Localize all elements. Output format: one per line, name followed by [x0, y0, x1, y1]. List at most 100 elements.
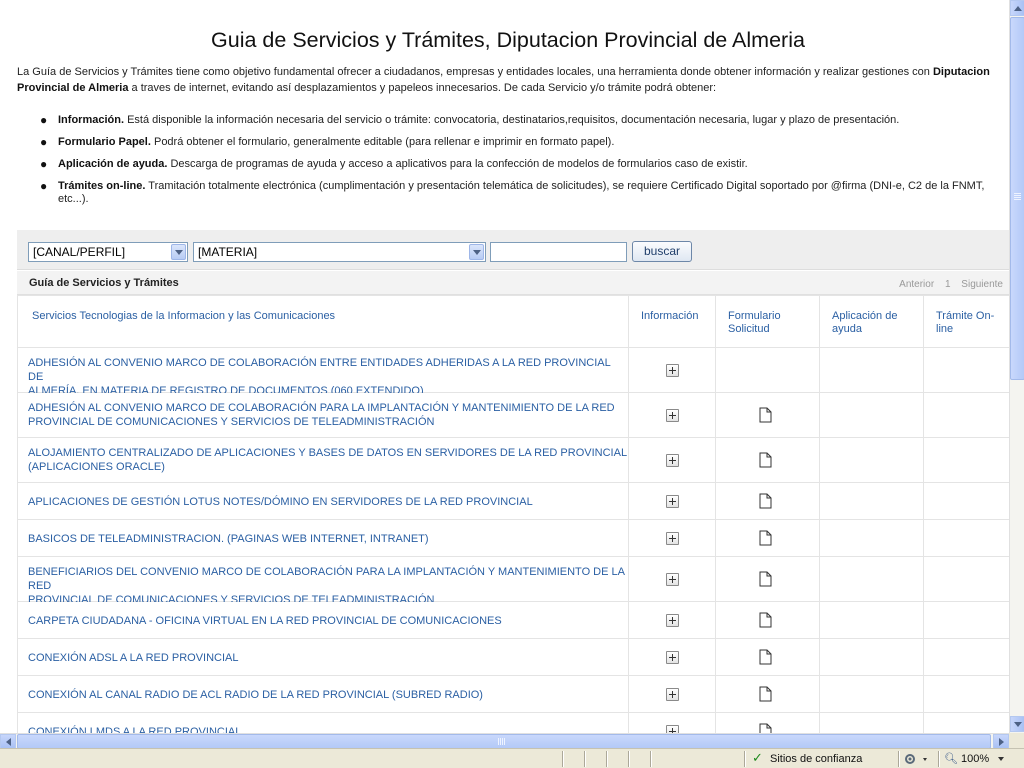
canal-select[interactable]: [CANAL/PERFIL]: [28, 242, 188, 262]
info-cell: [628, 676, 715, 712]
expand-info-icon[interactable]: [666, 573, 679, 586]
service-link-line1: CONEXIÓN LMDS A LA RED PROVINCIAL: [28, 726, 242, 733]
document-icon[interactable]: [759, 612, 772, 628]
expand-info-icon[interactable]: [666, 532, 679, 545]
document-icon[interactable]: [759, 723, 772, 733]
header-service-label[interactable]: Servicios Tecnologias de la Informacion …: [32, 310, 335, 323]
horizontal-scroll-thumb[interactable]: [17, 734, 991, 749]
expand-info-icon[interactable]: [666, 614, 679, 627]
service-cell: CONEXIÓN ADSL A LA RED PROVINCIAL: [17, 639, 628, 675]
info-cell: [628, 602, 715, 638]
chevron-down-icon[interactable]: [998, 757, 1005, 762]
protected-mode-button[interactable]: [903, 752, 933, 766]
chevron-down-icon[interactable]: [469, 244, 484, 260]
checkmark-icon: ✓: [752, 750, 763, 765]
header-online-line2: line: [936, 323, 954, 335]
service-cell: BASICOS DE TELEADMINISTRACION. (PAGINAS …: [17, 520, 628, 556]
service-cell: ADHESIÓN AL CONVENIO MARCO DE COLABORACI…: [17, 393, 628, 437]
header-help: Aplicación de ayuda: [819, 296, 923, 347]
service-link[interactable]: CARPETA CIUDADANA - OFICINA VIRTUAL EN L…: [28, 614, 502, 628]
document-icon[interactable]: [759, 530, 772, 546]
expand-info-icon[interactable]: [666, 454, 679, 467]
form-cell: [715, 676, 819, 712]
expand-info-icon[interactable]: [666, 688, 679, 701]
expand-info-icon[interactable]: [666, 495, 679, 508]
document-icon[interactable]: [759, 686, 772, 702]
grip-icon: [1014, 193, 1021, 194]
feature-item: ● Información. Está disponible la informa…: [40, 114, 995, 127]
document-icon[interactable]: [759, 571, 772, 587]
table-row: BASICOS DE TELEADMINISTRACION. (PAGINAS …: [17, 520, 1009, 557]
form-cell: [715, 713, 819, 733]
horizontal-scrollbar[interactable]: [0, 733, 1009, 749]
feature-text: Tramitación totalmente electrónica (cump…: [58, 180, 985, 205]
form-cell: [715, 438, 819, 482]
service-link[interactable]: APLICACIONES DE GESTIÓN LOTUS NOTES/DÓMI…: [28, 495, 533, 509]
online-cell: [923, 393, 1009, 437]
pager-next[interactable]: Siguiente: [961, 279, 1003, 290]
service-link[interactable]: CONEXIÓN ADSL A LA RED PROVINCIAL: [28, 651, 239, 665]
feature-text: Podrá obtener el formulario, generalment…: [150, 136, 615, 148]
expand-info-icon[interactable]: [666, 725, 679, 733]
header-form: Formulario Solicitud: [715, 296, 819, 347]
service-cell: CONEXIÓN AL CANAL RADIO DE ACL RADIO DE …: [17, 676, 628, 712]
vertical-scrollbar[interactable]: [1009, 0, 1024, 733]
service-cell: CONEXIÓN LMDS A LA RED PROVINCIAL: [17, 713, 628, 733]
scroll-right-button[interactable]: [993, 734, 1009, 749]
document-icon[interactable]: [759, 452, 772, 468]
service-link[interactable]: BENEFICIARIOS DEL CONVENIO MARCO DE COLA…: [28, 565, 628, 607]
document-icon[interactable]: [759, 407, 772, 423]
scroll-left-button[interactable]: [0, 734, 16, 749]
header-help-line2: ayuda: [832, 323, 862, 335]
info-cell: [628, 393, 715, 437]
bullet-icon: ●: [40, 135, 48, 149]
document-icon[interactable]: [759, 493, 772, 509]
table-body: ADHESIÓN AL CONVENIO MARCO DE COLABORACI…: [17, 348, 1009, 733]
service-link[interactable]: BASICOS DE TELEADMINISTRACION. (PAGINAS …: [28, 532, 429, 546]
feature-item: ● Aplicación de ayuda. Descarga de progra…: [40, 158, 995, 171]
status-divider: [744, 751, 746, 767]
scroll-corner: [1009, 733, 1024, 748]
online-cell: [923, 557, 1009, 601]
feature-item: ● Formulario Papel. Podrá obtener el form…: [40, 136, 995, 149]
header-info-label: Información: [641, 310, 699, 322]
help-cell: [819, 483, 923, 519]
pager-previous[interactable]: Anterior: [899, 279, 934, 290]
search-button[interactable]: buscar: [632, 241, 692, 262]
service-link[interactable]: CONEXIÓN AL CANAL RADIO DE ACL RADIO DE …: [28, 688, 483, 702]
expand-info-icon[interactable]: [666, 364, 679, 377]
table-row: BENEFICIARIOS DEL CONVENIO MARCO DE COLA…: [17, 557, 1009, 606]
table-row: ADHESIÓN AL CONVENIO MARCO DE COLABORACI…: [17, 348, 1009, 397]
table-row: CONEXIÓN LMDS A LA RED PROVINCIAL: [17, 713, 1009, 733]
header-online-line1: Trámite On-: [936, 310, 995, 322]
online-cell: [923, 676, 1009, 712]
service-link[interactable]: ALOJAMIENTO CENTRALIZADO DE APLICACIONES…: [28, 446, 627, 474]
chevron-down-icon: [1014, 722, 1022, 727]
document-icon[interactable]: [759, 649, 772, 665]
pager-page-number[interactable]: 1: [945, 279, 951, 290]
search-bar: [CANAL/PERFIL] [MATERIA] buscar: [17, 230, 1009, 270]
intro-paragraph: La Guía de Servicios y Trámites tiene co…: [17, 64, 1001, 96]
services-table: Servicios Tecnologias de la Informacion …: [17, 295, 1009, 733]
expand-info-icon[interactable]: [666, 409, 679, 422]
service-link[interactable]: CONEXIÓN LMDS A LA RED PROVINCIAL: [28, 725, 241, 733]
service-link[interactable]: ADHESIÓN AL CONVENIO MARCO DE COLABORACI…: [28, 356, 628, 398]
service-link-line2: PROVINCIAL DE COMUNICACIONES Y SERVICIOS…: [28, 416, 435, 428]
service-link[interactable]: ADHESIÓN AL CONVENIO MARCO DE COLABORACI…: [28, 401, 615, 429]
security-zone-label: Sitios de confianza: [770, 753, 863, 765]
search-input[interactable]: [490, 242, 627, 262]
materia-select[interactable]: [MATERIA]: [193, 242, 486, 262]
vertical-scroll-thumb[interactable]: [1010, 17, 1024, 380]
zoom-control[interactable]: 🔍︎ 100%: [944, 752, 1005, 766]
scroll-down-button[interactable]: [1010, 716, 1024, 732]
service-link-line1: CARPETA CIUDADANA - OFICINA VIRTUAL EN L…: [28, 615, 502, 627]
expand-info-icon[interactable]: [666, 651, 679, 664]
chevron-down-icon[interactable]: [171, 244, 186, 260]
scroll-up-button[interactable]: [1010, 0, 1024, 16]
help-cell: [819, 713, 923, 733]
service-link-line1: CONEXIÓN AL CANAL RADIO DE ACL RADIO DE …: [28, 689, 483, 701]
info-cell: [628, 639, 715, 675]
table-header-row: Servicios Tecnologias de la Informacion …: [17, 296, 1009, 348]
results-title: Guía de Servicios y Trámites: [29, 277, 179, 289]
online-cell: [923, 713, 1009, 733]
